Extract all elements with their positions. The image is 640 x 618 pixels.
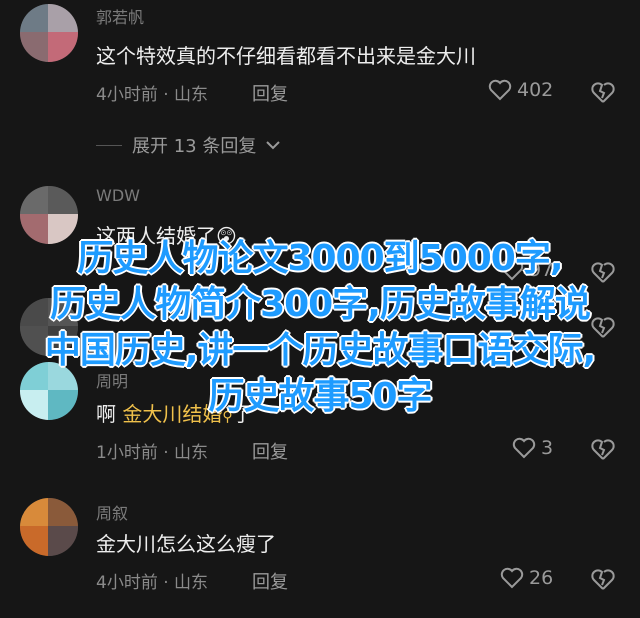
avatar[interactable] <box>20 4 78 62</box>
like-button[interactable]: 3 <box>512 437 553 459</box>
heart-icon <box>488 79 512 101</box>
overlay-line: 历史人物简介300字,历史故事解说 <box>50 284 591 325</box>
overlay-line: 历史故事50字 <box>208 376 432 417</box>
like-count: 3 <box>541 437 554 459</box>
comment-time-location: 1小时前 · 山东 <box>96 443 209 463</box>
comment-text: 这个特效真的不仔细看都看不出来是金大川 <box>96 44 476 68</box>
reply-button[interactable]: 回复 <box>252 438 288 464</box>
heart-icon <box>512 437 536 459</box>
like-count: 402 <box>517 79 554 101</box>
comment-time-location: 4小时前 · 山东 <box>96 85 209 105</box>
heart-icon <box>500 567 524 589</box>
username[interactable]: 周叙 <box>96 500 128 524</box>
like-count: 26 <box>529 567 554 589</box>
comment-text: 金大川怎么这么瘦了 <box>96 532 276 556</box>
like-button[interactable]: 26 <box>500 567 553 589</box>
avatar[interactable] <box>20 498 78 556</box>
comment-time-location: 4小时前 · 山东 <box>96 573 209 593</box>
reply-button[interactable]: 回复 <box>252 568 288 594</box>
broken-heart-icon[interactable] <box>590 566 616 592</box>
overlay-headline: 历史人物论文3000到5000字, 历史人物简介300字,历史故事解说 中国历史… <box>0 236 640 420</box>
overlay-line: 历史人物论文3000到5000字, <box>77 238 563 279</box>
username[interactable]: 郭若帆 <box>96 4 144 28</box>
overlay-line: 中国历史,讲一个历史故事口语交际, <box>44 330 596 371</box>
expand-replies-label: 展开 13 条回复 <box>132 136 257 157</box>
expand-replies-button[interactable]: 展开 13 条回复 <box>96 132 281 158</box>
username[interactable]: WDW <box>96 186 140 205</box>
divider <box>96 144 122 146</box>
reply-button[interactable]: 回复 <box>252 80 288 106</box>
chevron-down-icon <box>266 141 281 150</box>
broken-heart-icon[interactable] <box>590 79 616 105</box>
broken-heart-icon[interactable] <box>590 436 616 462</box>
like-button[interactable]: 402 <box>488 79 553 101</box>
